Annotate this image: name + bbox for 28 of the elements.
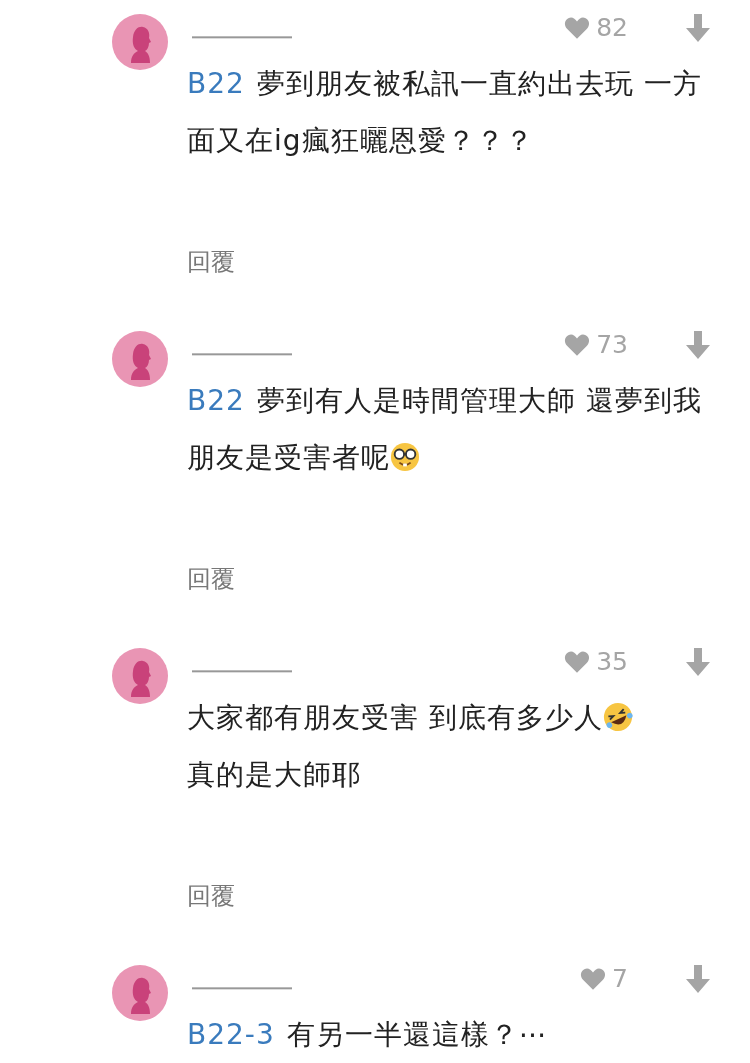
down-arrow-icon[interactable] bbox=[686, 964, 710, 993]
comment-text: B22 夢到有人是時間管理大師 還夢到我朋友是受害者呢 bbox=[187, 383, 703, 476]
down-arrow-icon[interactable] bbox=[686, 647, 710, 676]
heart-icon[interactable] bbox=[580, 966, 607, 991]
like-count: 35 bbox=[596, 647, 628, 676]
comment-text: B22-3 有另一半還這樣？⋯ bbox=[187, 1017, 549, 1053]
down-arrow-icon[interactable] bbox=[686, 13, 710, 42]
down-arrow-icon[interactable] bbox=[686, 330, 710, 359]
reply-link[interactable]: 回覆 bbox=[187, 557, 235, 602]
avatar-icon[interactable] bbox=[112, 14, 168, 70]
heart-icon[interactable] bbox=[564, 15, 591, 40]
floor-link[interactable]: B22 bbox=[187, 67, 245, 100]
avatar-icon[interactable] bbox=[112, 648, 168, 704]
reply-link[interactable]: 回覆 bbox=[187, 874, 235, 919]
heart-icon[interactable] bbox=[564, 649, 591, 674]
comment-text: B22 夢到朋友被私訊一直約出去玩 一方面又在ig瘋狂曬恩愛？？？ bbox=[187, 66, 703, 159]
like-count: 82 bbox=[596, 13, 628, 42]
heart-icon[interactable] bbox=[564, 332, 591, 357]
avatar-icon[interactable] bbox=[112, 331, 168, 387]
floor-link[interactable]: B22-3 bbox=[187, 1018, 275, 1051]
avatar-icon[interactable] bbox=[112, 965, 168, 1021]
reply-link[interactable]: 回覆 bbox=[187, 240, 235, 285]
like-count: 7 bbox=[612, 964, 628, 993]
floor-link[interactable]: B22 bbox=[187, 384, 245, 417]
nerd-emoji-icon bbox=[390, 442, 420, 472]
laughing-emoji-icon bbox=[602, 702, 633, 732]
comment-text: 大家都有朋友受害 到底有多少人 真的是大師耶 bbox=[187, 689, 727, 803]
like-count: 73 bbox=[596, 330, 628, 359]
